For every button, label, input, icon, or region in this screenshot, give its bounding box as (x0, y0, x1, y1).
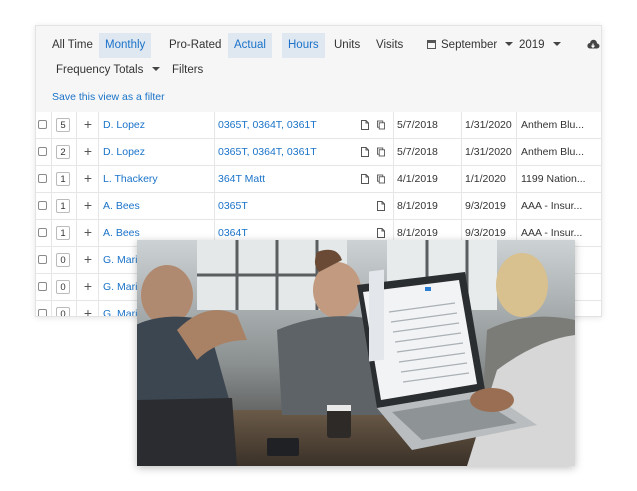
start-date: 5/7/2018 (397, 146, 438, 158)
office-team-photo (137, 240, 575, 466)
payer-name: 1199 Nation... (521, 173, 586, 185)
pro-rated-toggle[interactable]: Pro-Rated (163, 33, 227, 58)
save-view-as-filter-link[interactable]: Save this view as a filter (52, 91, 165, 103)
service-codes-link[interactable]: 0365T, 0364T, 0361T (218, 139, 354, 165)
plus-icon[interactable]: + (82, 166, 94, 192)
units-toggle[interactable]: Units (328, 33, 366, 58)
copy-icon[interactable] (377, 147, 385, 157)
row-checkbox[interactable] (38, 201, 47, 210)
row-checkbox[interactable] (38, 255, 47, 264)
monthly-toggle[interactable]: Monthly (99, 33, 152, 58)
copy-icon[interactable] (377, 174, 385, 184)
row-checkbox[interactable] (38, 309, 47, 316)
row-checkbox[interactable] (38, 174, 47, 183)
actual-toggle[interactable]: Actual (228, 33, 272, 58)
count-badge: 2 (56, 145, 70, 159)
month-dropdown[interactable]: September (421, 33, 519, 58)
visits-toggle[interactable]: Visits (370, 33, 409, 58)
year-dropdown[interactable]: 2019 (513, 33, 567, 58)
row-checkbox[interactable] (38, 282, 47, 291)
hours-toggle[interactable]: Hours (282, 33, 325, 58)
patient-name-link[interactable]: A. Bees (103, 193, 211, 219)
month-label: September (441, 39, 498, 51)
row-checkbox[interactable] (38, 120, 47, 129)
patient-name-link[interactable]: L. Thackery (103, 166, 211, 192)
calendar-icon (427, 40, 436, 49)
frequency-totals-label: Frequency Totals (56, 64, 144, 76)
count-badge: 0 (56, 307, 70, 316)
row-checkbox[interactable] (38, 228, 47, 237)
document-icon[interactable] (377, 201, 385, 211)
payer-name: Anthem Blu... (521, 146, 585, 158)
document-icon[interactable] (361, 120, 369, 130)
year-label: 2019 (519, 39, 545, 51)
start-date: 4/1/2019 (397, 173, 438, 185)
all-time-toggle[interactable]: All Time (46, 33, 99, 58)
document-icon[interactable] (361, 174, 369, 184)
end-date: 1/31/2020 (465, 119, 512, 131)
table-row: 1 + A. Bees 0365T 8/1/2019 9/3/2019 AAA … (36, 193, 601, 220)
count-badge: 1 (56, 226, 70, 240)
document-icon[interactable] (377, 228, 385, 238)
service-codes-link[interactable]: 0365T (218, 193, 354, 219)
plus-icon[interactable]: + (82, 301, 94, 316)
start-date: 8/1/2019 (397, 200, 438, 212)
table-row: 1 + L. Thackery 364T Matt 4/1/2019 1/1/2… (36, 166, 601, 193)
frequency-totals-dropdown[interactable]: Frequency Totals (50, 58, 166, 83)
payer-name: Anthem Blu... (521, 119, 585, 131)
plus-icon[interactable]: + (82, 112, 94, 138)
end-date: 1/31/2020 (465, 146, 512, 158)
plus-icon[interactable]: + (82, 274, 94, 300)
filters-button[interactable]: Filters (166, 58, 209, 83)
cloud-download-icon[interactable] (586, 39, 600, 50)
table-row: 2 + D. Lopez 0365T, 0364T, 0361T 5/7/201… (36, 139, 601, 166)
start-date: 5/7/2018 (397, 119, 438, 131)
end-date: 1/1/2020 (465, 173, 506, 185)
table-row: 5 + D. Lopez 0365T, 0364T, 0361T 5/7/201… (36, 112, 601, 139)
document-icon[interactable] (361, 147, 369, 157)
count-badge: 0 (56, 280, 70, 294)
plus-icon[interactable]: + (82, 139, 94, 165)
count-badge: 1 (56, 199, 70, 213)
count-badge: 0 (56, 253, 70, 267)
service-codes-link[interactable]: 0365T, 0364T, 0361T (218, 112, 354, 138)
row-checkbox[interactable] (38, 147, 47, 156)
copy-icon[interactable] (377, 120, 385, 130)
service-codes-link[interactable]: 364T Matt (218, 166, 354, 192)
count-badge: 5 (56, 118, 70, 132)
patient-name-link[interactable]: D. Lopez (103, 139, 211, 165)
plus-icon[interactable]: + (82, 220, 94, 246)
payer-name: AAA - Insur... (521, 200, 583, 212)
count-badge: 1 (56, 172, 70, 186)
plus-icon[interactable]: + (82, 193, 94, 219)
plus-icon[interactable]: + (82, 247, 94, 273)
patient-name-link[interactable]: D. Lopez (103, 112, 211, 138)
view-options-panel: All Time Monthly Pro-Rated Actual Hours … (36, 26, 601, 112)
end-date: 9/3/2019 (465, 200, 506, 212)
